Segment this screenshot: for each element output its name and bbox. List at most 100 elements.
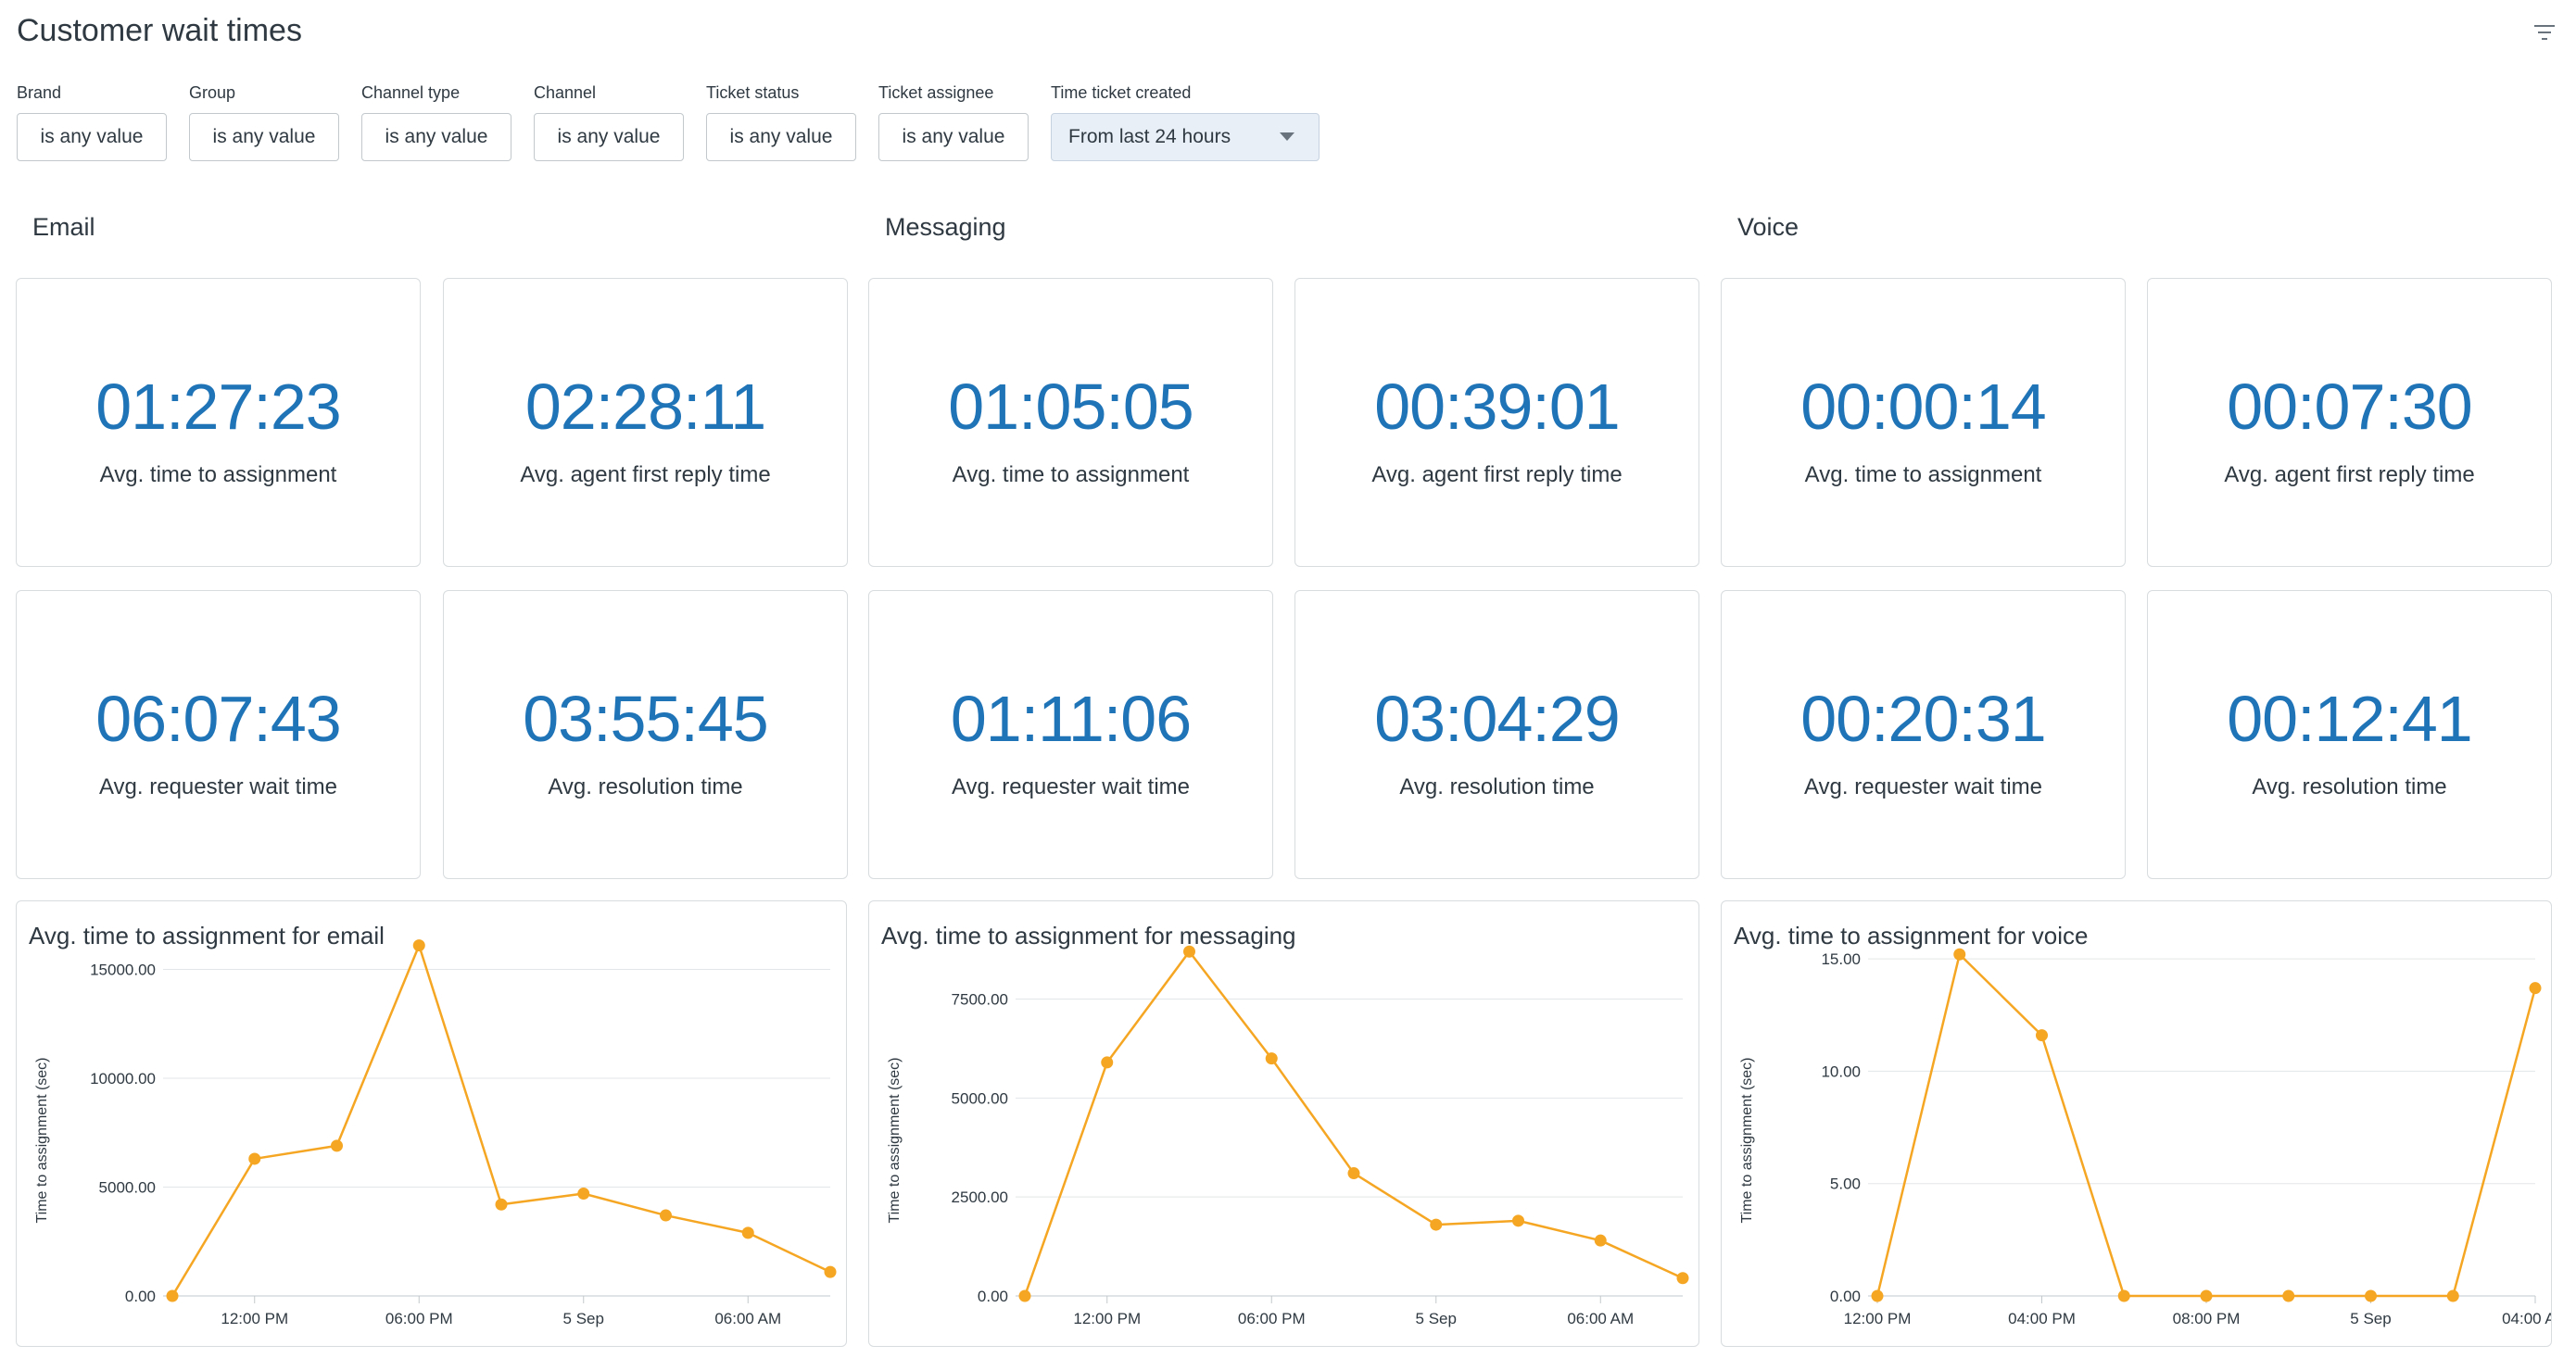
filter-label: Ticket assignee [878, 83, 994, 102]
data-point [248, 1152, 261, 1165]
y-tick-label: 0.00 [1830, 1288, 1861, 1305]
filter-brand: Brand is any value [17, 82, 167, 161]
metric-value: 00:20:31 [1800, 683, 2046, 755]
data-point [660, 1209, 672, 1222]
y-tick-label: 5000.00 [99, 1179, 156, 1197]
section-title-email: Email [32, 213, 95, 241]
filter-time-created-select[interactable]: From last 24 hours [1051, 113, 1320, 161]
data-point [412, 939, 425, 952]
data-point [2117, 1289, 2130, 1302]
metric-card: 00:12:41 Avg. resolution time [2147, 590, 2552, 879]
data-point [331, 1139, 343, 1152]
y-tick-label: 15000.00 [90, 962, 156, 979]
filter-label: Group [189, 83, 236, 102]
data-point [166, 1289, 179, 1302]
data-point [1594, 1234, 1607, 1247]
data-point [1101, 1056, 1114, 1069]
metric-label: Avg. agent first reply time [2224, 462, 2475, 487]
data-point [2036, 1029, 2048, 1042]
metric-card: 01:11:06 Avg. requester wait time [868, 590, 1273, 879]
data-point [1512, 1214, 1524, 1227]
data-point [1183, 945, 1195, 958]
metric-value: 00:39:01 [1374, 371, 1620, 443]
metric-card: 06:07:43 Avg. requester wait time [16, 590, 421, 879]
data-point [2200, 1289, 2213, 1302]
data-point [2365, 1289, 2377, 1302]
filter-ticket-status-select[interactable]: is any value [706, 113, 856, 161]
metric-card: 00:39:01 Avg. agent first reply time [1294, 278, 1699, 567]
series-line [1875, 953, 2537, 1298]
metric-value: 01:11:06 [950, 683, 1192, 755]
x-tick-label: 5 Sep [563, 1310, 604, 1327]
metric-card: 01:27:23 Avg. time to assignment [16, 278, 421, 567]
series-line [170, 944, 831, 1297]
data-point [2446, 1289, 2459, 1302]
x-tick-label: 12:00 PM [1073, 1310, 1141, 1327]
data-point [1871, 1289, 1884, 1302]
metric-value: 06:07:43 [95, 683, 341, 755]
filter-ticket-assignee-select[interactable]: is any value [878, 113, 1029, 161]
filter-label: Brand [17, 83, 62, 102]
section-title-messaging: Messaging [885, 213, 1006, 241]
metric-label: Avg. resolution time [1399, 774, 1595, 799]
metric-value: 00:12:41 [2227, 683, 2472, 755]
y-tick-label: 5.00 [1830, 1176, 1861, 1193]
y-tick-label: 7500.00 [952, 991, 1008, 1009]
x-tick-label: 08:00 PM [2173, 1310, 2241, 1327]
y-axis-label: Time to assignment (sec) [34, 1057, 50, 1223]
metric-value: 00:07:30 [2227, 371, 2472, 443]
y-tick-label: 10000.00 [90, 1070, 156, 1088]
page-title: Customer wait times [17, 13, 302, 48]
caret-down-icon [1280, 132, 1294, 141]
metric-value: 03:55:45 [523, 683, 768, 755]
chart-messaging: Avg. time to assignment for messaging 0.… [868, 900, 1699, 1347]
metric-label: Avg. time to assignment [952, 462, 1190, 487]
filter-icon[interactable] [2532, 22, 2557, 43]
data-point [2282, 1289, 2295, 1302]
filter-brand-select[interactable]: is any value [17, 113, 167, 161]
x-tick-label: 12:00 PM [221, 1310, 288, 1327]
y-tick-label: 15.00 [1821, 950, 1861, 968]
metric-card: 02:28:11 Avg. agent first reply time [443, 278, 848, 567]
filter-label: Time ticket created [1051, 83, 1192, 102]
series-line [1023, 950, 1684, 1297]
metric-value: 01:05:05 [948, 371, 1193, 443]
filter-time-created-value: From last 24 hours [1068, 126, 1231, 147]
filter-channel: Channel is any value [534, 82, 684, 161]
metric-label: Avg. requester wait time [1803, 774, 2042, 799]
filter-time-created: Time ticket created From last 24 hours [1051, 82, 1320, 161]
chart-svg: 0.00 5000.00 10000.00 15000.00 12:00 PM 06:00… [34, 939, 837, 1327]
data-point [577, 1188, 590, 1201]
filter-group-select[interactable]: is any value [189, 113, 339, 161]
metric-card: 00:00:14 Avg. time to assignment [1721, 278, 2126, 567]
y-tick-label: 2500.00 [952, 1188, 1008, 1206]
filter-channel-select[interactable]: is any value [534, 113, 684, 161]
x-tick-label: 5 Sep [1416, 1310, 1457, 1327]
filter-channel-type-select[interactable]: is any value [361, 113, 511, 161]
x-tick-label: 06:00 PM [385, 1310, 453, 1327]
x-tick-label: 06:00 PM [1238, 1310, 1306, 1327]
data-point [495, 1198, 508, 1211]
section-title-voice: Voice [1737, 213, 1799, 241]
metric-value: 02:28:11 [524, 371, 766, 443]
data-point [741, 1226, 754, 1239]
chart-svg: 0.00 2500.00 5000.00 7500.00 12:00 PM 06:00 P… [887, 945, 1689, 1327]
x-tick-label: 12:00 PM [1844, 1310, 1912, 1327]
filter-label: Channel type [361, 83, 461, 102]
metric-label: Avg. resolution time [2252, 774, 2447, 799]
filter-ticket-assignee: Ticket assignee is any value [878, 82, 1029, 161]
data-point [2529, 982, 2542, 995]
x-tick-label: 5 Sep [2350, 1310, 2391, 1327]
data-point [1676, 1272, 1689, 1285]
metric-label: Avg. time to assignment [99, 462, 337, 487]
data-point [1265, 1052, 1278, 1065]
metric-value: 00:00:14 [1800, 371, 2046, 443]
y-axis-label: Time to assignment (sec) [1739, 1057, 1755, 1223]
metric-card: 00:07:30 Avg. agent first reply time [2147, 278, 2552, 567]
chart-svg: 0.00 5.00 10.00 15.00 12:00 PM 04:00 PM 08:00 … [1739, 948, 2552, 1327]
filter-ticket-status: Ticket status is any value [706, 82, 856, 161]
data-point [1347, 1167, 1360, 1180]
x-tick-label: 04:00 AM [2502, 1310, 2552, 1327]
metric-value: 01:27:23 [95, 371, 341, 443]
y-tick-label: 0.00 [125, 1288, 156, 1305]
